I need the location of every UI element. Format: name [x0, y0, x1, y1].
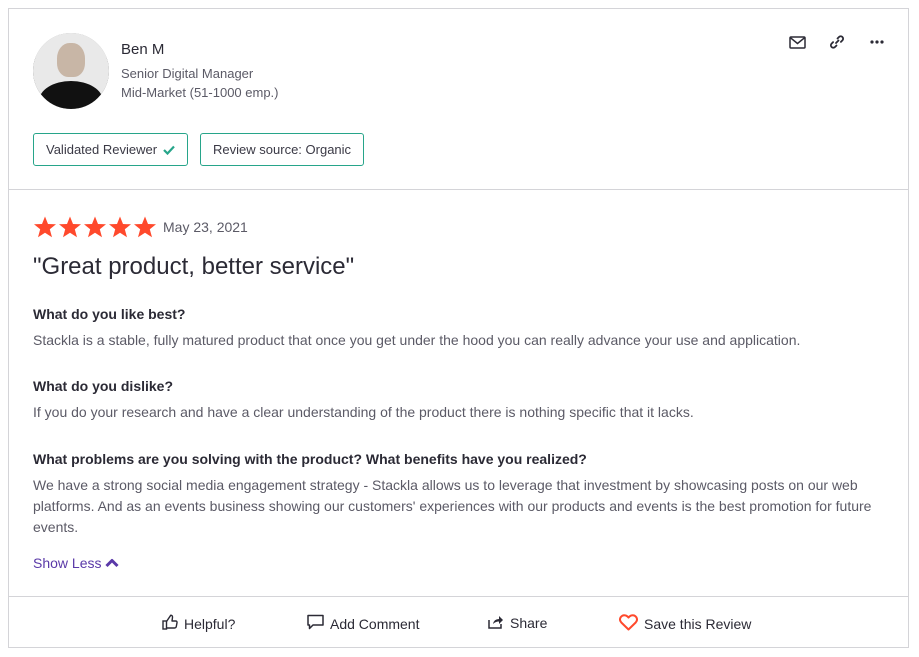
star-rating: [33, 215, 157, 239]
question: What problems are you solving with the p…: [33, 451, 587, 467]
helpful-label: Helpful?: [184, 615, 236, 632]
save-review-button[interactable]: Save this Review: [618, 614, 752, 634]
answer: Stackla is a stable, fully matured produ…: [33, 332, 801, 348]
review-date: May 23, 2021: [163, 219, 248, 235]
star-icon: [84, 216, 106, 238]
more-icon[interactable]: [866, 33, 888, 51]
qa-like-best: What do you like best? Stackla is a stab…: [33, 306, 893, 351]
star-icon: [134, 216, 156, 238]
reviewer-name: Ben M: [121, 41, 165, 58]
answer: We have a strong social media engagement…: [33, 477, 872, 535]
reviewer-badges: Validated Reviewer Review source: Organi…: [33, 133, 365, 166]
review-title: "Great product, better service": [33, 253, 355, 280]
rating-row: May 23, 2021: [33, 215, 248, 239]
qa-problems-solved: What problems are you solving with the p…: [33, 451, 893, 538]
show-less-link[interactable]: Show Less: [33, 555, 120, 571]
review-card: Ben M Senior Digital Manager Mid-Market …: [8, 8, 909, 648]
question: What do you dislike?: [33, 378, 174, 394]
chevron-up-icon: [105, 555, 120, 571]
link-icon[interactable]: [826, 33, 848, 51]
review-actions-bar: Helpful? Add Comment Share Save this Rev…: [9, 596, 908, 648]
heart-icon: [618, 614, 639, 634]
share-button[interactable]: Share: [488, 614, 547, 632]
star-icon: [34, 216, 56, 238]
star-icon: [59, 216, 81, 238]
answer: If you do your research and have a clear…: [33, 404, 694, 420]
share-icon: [488, 614, 504, 632]
thumbs-up-icon: [162, 614, 178, 633]
helpful-button[interactable]: Helpful?: [162, 614, 235, 633]
validated-label: Validated Reviewer: [46, 142, 158, 157]
save-review-label: Save this Review: [644, 616, 752, 632]
review-source-label: Review source: Organic: [213, 142, 352, 157]
share-label: Share: [510, 615, 548, 631]
add-comment-label: Add Comment: [330, 615, 420, 632]
add-comment-button[interactable]: Add Comment: [307, 614, 419, 633]
star-icon: [109, 216, 131, 238]
mail-icon[interactable]: [786, 33, 808, 51]
comment-icon: [307, 614, 324, 633]
validated-reviewer-badge: Validated Reviewer: [33, 133, 189, 166]
question: What do you like best?: [33, 306, 186, 322]
qa-dislike: What do you dislike? If you do your rese…: [33, 378, 893, 423]
header-actions: [786, 33, 888, 51]
avatar: [33, 33, 109, 109]
show-less-label: Show Less: [33, 555, 102, 571]
review-source-badge: Review source: Organic: [200, 133, 365, 166]
check-icon: [163, 142, 175, 158]
review-content: May 23, 2021 "Great product, better serv…: [9, 191, 908, 596]
reviewer-header: Ben M Senior Digital Manager Mid-Market …: [9, 9, 908, 190]
reviewer-segment: Mid-Market (51-1000 emp.): [121, 85, 279, 100]
reviewer-title: Senior Digital Manager: [121, 66, 254, 81]
